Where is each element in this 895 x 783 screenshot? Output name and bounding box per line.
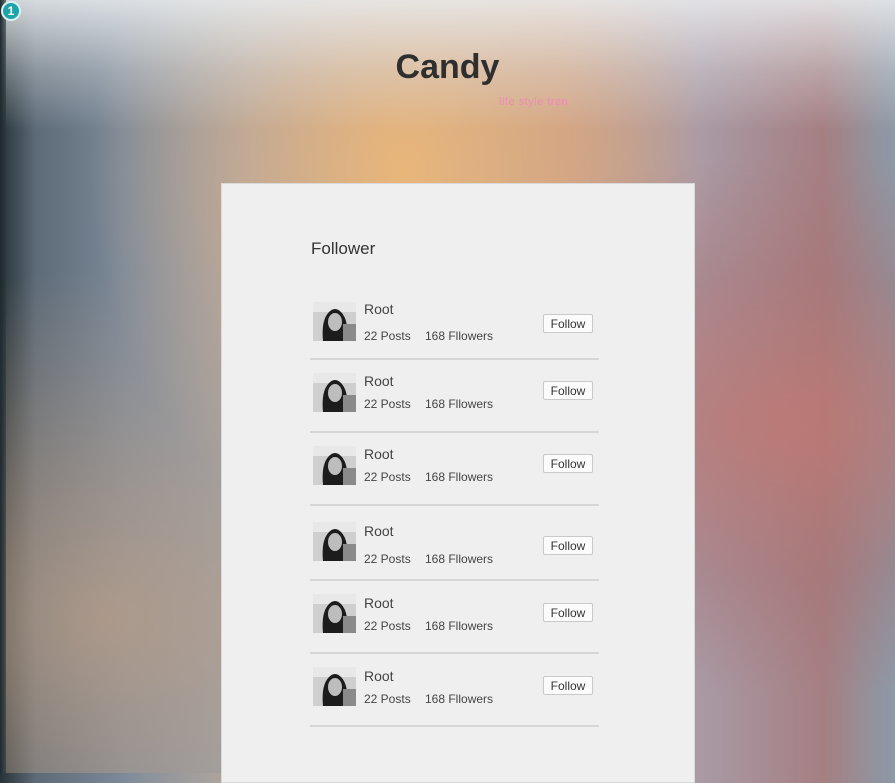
follower-name[interactable]: Root (364, 523, 394, 539)
posts-count: 22 Posts (364, 692, 411, 706)
follow-button[interactable]: Follow (543, 603, 593, 622)
followers-count: 168 Fllowers (425, 397, 494, 411)
follow-button[interactable]: Follow (543, 454, 593, 473)
follower-name[interactable]: Root (364, 668, 394, 684)
avatar (313, 667, 356, 706)
follower-row: Root 22 Posts 168 Fllowers Follow (310, 360, 599, 433)
avatar-photo-icon (313, 522, 356, 561)
left-edge-shadow (0, 0, 6, 773)
follow-button[interactable]: Follow (543, 676, 593, 695)
followers-count: 168 Fllowers (425, 470, 494, 484)
avatar-photo-icon (313, 667, 356, 706)
site-tagline: life style tren (499, 96, 569, 108)
followers-count: 168 Fllowers (425, 329, 494, 343)
step-number-badge: 1 (1, 1, 21, 21)
posts-count: 22 Posts (364, 329, 411, 343)
follower-panel: Follower Root 22 Posts 168 Fllowers Foll… (221, 183, 695, 783)
follower-row: Root 22 Posts 168 Fllowers Follow (310, 433, 599, 506)
follower-name[interactable]: Root (364, 373, 394, 389)
posts-count: 22 Posts (364, 397, 411, 411)
site-title: Candy (395, 48, 500, 86)
follow-button[interactable]: Follow (543, 381, 593, 400)
section-heading: Follower (311, 239, 376, 258)
posts-count: 22 Posts (364, 552, 411, 566)
follower-name[interactable]: Root (364, 301, 394, 317)
follower-row: Root 22 Posts 168 Fllowers Follow (310, 506, 599, 581)
avatar (313, 594, 356, 633)
follower-row: Root 22 Posts 168 Fllowers Follow (310, 654, 599, 727)
follow-button[interactable]: Follow (543, 314, 593, 333)
avatar (313, 302, 356, 341)
follower-row: Root 22 Posts 168 Fllowers Follow (310, 581, 599, 654)
avatar-photo-icon (313, 373, 356, 412)
avatar (313, 373, 356, 412)
followers-count: 168 Fllowers (425, 619, 494, 633)
follower-name[interactable]: Root (364, 595, 394, 611)
avatar-photo-icon (313, 302, 356, 341)
posts-count: 22 Posts (364, 619, 411, 633)
followers-count: 168 Fllowers (425, 692, 494, 706)
avatar-photo-icon (313, 446, 356, 485)
avatar-photo-icon (313, 594, 356, 633)
follower-name[interactable]: Root (364, 446, 394, 462)
follow-button[interactable]: Follow (543, 536, 593, 555)
avatar (313, 522, 356, 561)
avatar (313, 446, 356, 485)
followers-count: 168 Fllowers (425, 552, 494, 566)
follower-row: Root 22 Posts 168 Fllowers Follow (310, 297, 599, 360)
posts-count: 22 Posts (364, 470, 411, 484)
